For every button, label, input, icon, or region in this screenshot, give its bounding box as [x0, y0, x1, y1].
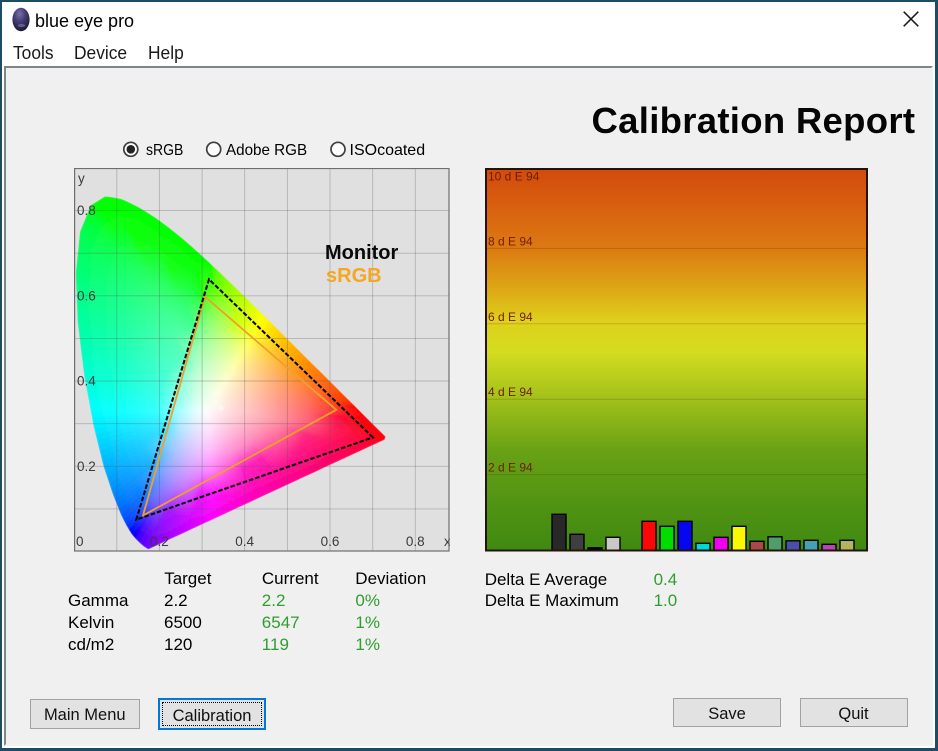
svg-text:0.6: 0.6: [77, 289, 96, 304]
svg-text:y: y: [78, 171, 85, 186]
svg-text:10 d E 94: 10 d E 94: [488, 170, 540, 184]
svg-text:4 d E 94: 4 d E 94: [488, 385, 533, 399]
svg-text:6 d E 94: 6 d E 94: [488, 310, 533, 324]
svg-text:Monitor: Monitor: [325, 242, 399, 264]
svg-text:8 d E 94: 8 d E 94: [488, 234, 533, 248]
svg-text:0.2: 0.2: [150, 534, 169, 549]
svg-text:0.6: 0.6: [321, 534, 340, 549]
svg-text:2 d E 94: 2 d E 94: [488, 461, 533, 475]
svg-text:0.4: 0.4: [77, 374, 96, 389]
svg-text:0.8: 0.8: [77, 203, 96, 218]
svg-text:0.8: 0.8: [406, 534, 425, 549]
svg-text:0.4: 0.4: [235, 534, 254, 549]
svg-text:sRGB: sRGB: [326, 265, 382, 287]
svg-text:0: 0: [76, 534, 84, 549]
svg-text:0.2: 0.2: [77, 459, 96, 474]
